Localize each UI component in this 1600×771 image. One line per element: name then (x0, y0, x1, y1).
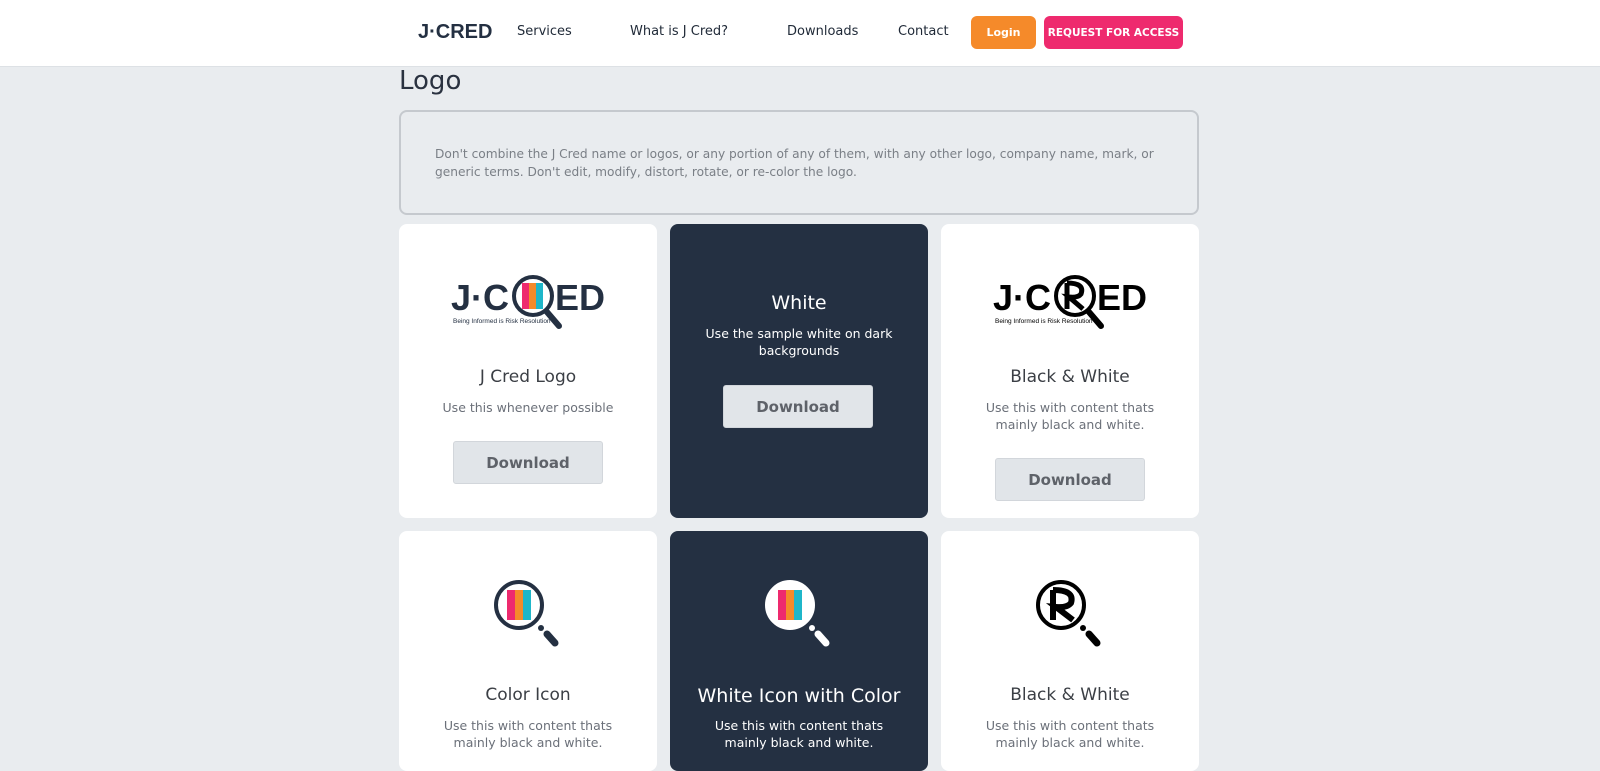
card-title: White Icon with Color (697, 685, 901, 707)
download-jcred-logo-button[interactable]: Download (453, 441, 603, 484)
card-title: White (771, 292, 827, 314)
card-description: Use this whenever possible (442, 400, 614, 415)
card-title: Black & White (1010, 685, 1130, 705)
nav-contact[interactable]: Contact (898, 24, 949, 39)
jcred-color-logo: J·C ED Being Informed is Risk Resolution (451, 275, 605, 329)
jcred-bw-logo: J·C ED Being Informed is Risk Resolution (993, 275, 1147, 329)
card-title: Black & White (1010, 367, 1130, 387)
card-description: Use this with content thats mainly black… (985, 718, 1155, 750)
svg-text:ED: ED (555, 277, 605, 318)
nav-what-is-jcred[interactable]: What is J Cred? (630, 24, 728, 39)
card-title: J Cred Logo (479, 367, 577, 387)
download-bw-logo-button[interactable]: Download (995, 458, 1145, 501)
svg-text:Being Informed is Risk Resolut: Being Informed is Risk Resolution (995, 318, 1093, 325)
card-title: Color Icon (485, 685, 571, 705)
svg-text:J·C: J·C (993, 277, 1051, 318)
card-bw-icon: Black & White Use this with content that… (941, 531, 1199, 771)
svg-text:J·C: J·C (451, 277, 509, 318)
card-color-icon: Color Icon Use this with content thats m… (399, 531, 657, 771)
page-title: Logo (399, 66, 462, 96)
nav-services[interactable]: Services (517, 24, 572, 39)
magnifier-bw-icon (1036, 580, 1101, 647)
magnifier-white-color-icon (765, 580, 830, 647)
brand-logo[interactable]: J·CRED (418, 13, 498, 49)
download-white-logo-button[interactable]: Download (723, 385, 873, 428)
svg-text:Being Informed is Risk Resolut: Being Informed is Risk Resolution (453, 318, 551, 325)
card-jcred-logo: J·C ED Being Informed is Risk Resolution… (399, 224, 657, 518)
request-access-button[interactable]: REQUEST FOR ACCESS (1044, 16, 1183, 49)
card-description: Use this with content thats mainly black… (714, 718, 884, 750)
card-description: Use this with content thats mainly black… (985, 400, 1155, 432)
login-button[interactable]: Login (971, 16, 1036, 49)
top-navbar: J·CRED Services What is J Cred? Download… (0, 0, 1600, 67)
svg-text:J·CRED: J·CRED (418, 21, 492, 43)
card-white-icon-color: White Icon with Color Use this with cont… (670, 531, 928, 771)
card-description: Use the sample white on dark backgrounds (705, 326, 893, 358)
logo-usage-notice: Don't combine the J Cred name or logos, … (399, 110, 1199, 215)
svg-text:ED: ED (1097, 277, 1147, 318)
card-white-logo: White Use the sample white on dark backg… (670, 224, 928, 518)
nav-downloads[interactable]: Downloads (787, 24, 858, 39)
magnifier-color-icon (494, 580, 559, 647)
card-bw-logo: J·C ED Being Informed is Risk Resolution… (941, 224, 1199, 518)
card-description: Use this with content thats mainly black… (443, 718, 613, 750)
